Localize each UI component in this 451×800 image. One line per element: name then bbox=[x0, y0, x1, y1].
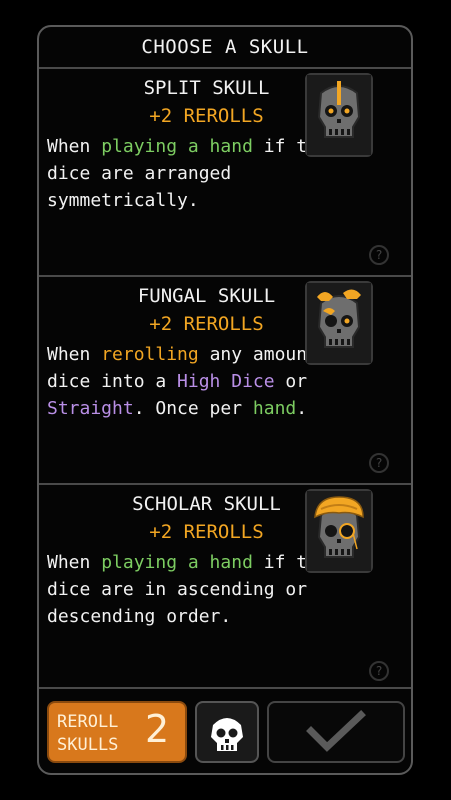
action-bar: REROLL SKULLS 2 bbox=[39, 687, 411, 773]
description-text: . bbox=[296, 398, 308, 419]
skull-card-scholar[interactable]: SCHOLAR SKULL +2 REROLLS When playing a … bbox=[39, 483, 411, 689]
keyword-text: playing a hand bbox=[101, 136, 253, 157]
keyword-text: hand bbox=[252, 398, 297, 419]
scholar-skull-icon bbox=[305, 489, 373, 573]
skull-card-fungal[interactable]: FUNGAL SKULL +2 REROLLS When rerolling a… bbox=[39, 275, 411, 481]
description-text: . Once per bbox=[133, 398, 253, 419]
description-text: When bbox=[47, 136, 102, 157]
skull-icon bbox=[211, 718, 243, 751]
fungal-skull-icon bbox=[305, 281, 373, 365]
split-skull-icon bbox=[305, 73, 373, 157]
keyword-text: rerolling bbox=[101, 344, 199, 365]
keyword-text: playing a hand bbox=[101, 552, 253, 573]
description-text: When bbox=[47, 552, 102, 573]
panel-title: CHOOSE A SKULL bbox=[141, 36, 309, 58]
confirm-button[interactable] bbox=[267, 701, 405, 763]
checkmark-icon bbox=[306, 710, 366, 752]
reroll-count: 2 bbox=[145, 707, 170, 751]
description-text: or bbox=[274, 371, 308, 392]
help-icon[interactable]: ? bbox=[369, 245, 389, 265]
keyword-text: High Dice bbox=[177, 371, 275, 392]
skull-choice-panel: CHOOSE A SKULL SPLIT SKULL +2 REROLLS Wh… bbox=[37, 25, 413, 775]
keyword-text: Straight bbox=[47, 398, 134, 419]
reroll-label: REROLL SKULLS bbox=[57, 712, 119, 755]
description-text: When bbox=[47, 344, 102, 365]
skull-card-split[interactable]: SPLIT SKULL +2 REROLLS When playing a ha… bbox=[39, 67, 411, 273]
help-icon[interactable]: ? bbox=[369, 661, 389, 681]
reroll-skulls-button[interactable]: REROLL SKULLS 2 bbox=[47, 701, 187, 763]
help-icon[interactable]: ? bbox=[369, 453, 389, 473]
skull-button[interactable] bbox=[195, 701, 259, 763]
